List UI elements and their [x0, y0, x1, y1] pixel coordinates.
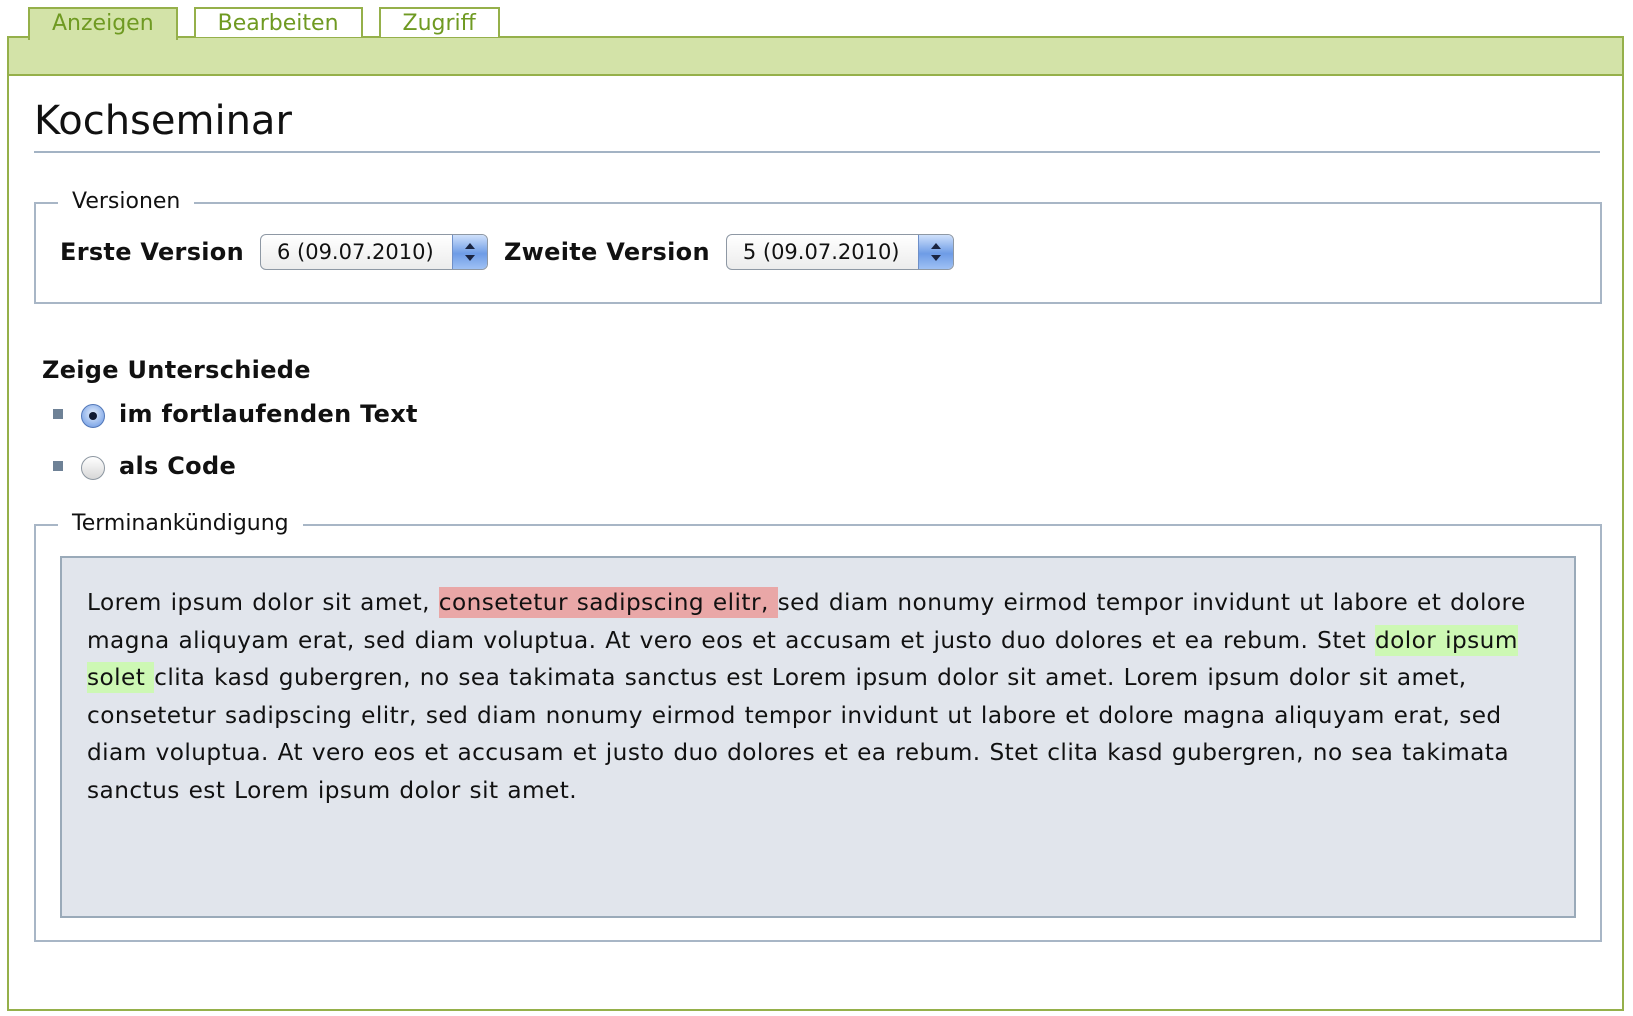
diff-mode-option-code[interactable]: als Code	[53, 452, 236, 480]
content-frame: Kochseminar Versionen Erste Version 6 (0…	[7, 36, 1624, 1011]
text-unchanged: Lorem ipsum dolor sit amet,	[87, 589, 439, 616]
tab-bar: Anzeigen Bearbeiten Zugriff	[28, 7, 500, 40]
text-unchanged: clita kasd gubergren, no sea takimata sa…	[87, 664, 1510, 804]
versions-legend: Versionen	[58, 188, 195, 216]
first-version-value: 6 (09.07.2010)	[276, 240, 434, 264]
radio-label-code-mode[interactable]: als Code	[119, 452, 236, 480]
chevron-updown-icon	[451, 235, 487, 269]
diff-mode-title: Zeige Unterschiede	[42, 356, 311, 384]
second-version-label: Zweite Version	[503, 238, 710, 266]
radio-code-mode[interactable]	[81, 456, 105, 480]
chevron-updown-icon	[917, 235, 953, 269]
first-version-label: Erste Version	[60, 238, 244, 266]
deleted-text: consetetur sadipscing elitr,	[438, 587, 778, 618]
tab-band	[9, 38, 1622, 76]
diff-mode-option-text[interactable]: im fortlaufenden Text	[53, 400, 418, 428]
second-version-select[interactable]: 5 (09.07.2010)	[725, 234, 954, 270]
radio-label-text-mode[interactable]: im fortlaufenden Text	[119, 400, 418, 428]
notice-legend: Terminankündigung	[58, 510, 303, 538]
version-selectors: Erste Version 6 (09.07.2010) Zweite Vers…	[60, 234, 970, 270]
diff-text-box: Lorem ipsum dolor sit amet, consetetur s…	[60, 556, 1576, 918]
tab-zugriff[interactable]: Zugriff	[378, 7, 500, 37]
square-bullet-icon	[53, 409, 63, 419]
first-version-select[interactable]: 6 (09.07.2010)	[259, 234, 488, 270]
page-title: Kochseminar	[34, 95, 1600, 153]
second-version-value: 5 (09.07.2010)	[742, 240, 900, 264]
notice-fieldset: Terminankündigung Lorem ipsum dolor sit …	[34, 510, 1602, 942]
versions-fieldset: Versionen Erste Version 6 (09.07.2010) Z…	[34, 188, 1602, 304]
square-bullet-icon	[53, 461, 63, 471]
tab-bearbeiten[interactable]: Bearbeiten	[193, 7, 363, 37]
tab-anzeigen[interactable]: Anzeigen	[28, 7, 178, 40]
radio-text-mode[interactable]	[81, 404, 105, 428]
